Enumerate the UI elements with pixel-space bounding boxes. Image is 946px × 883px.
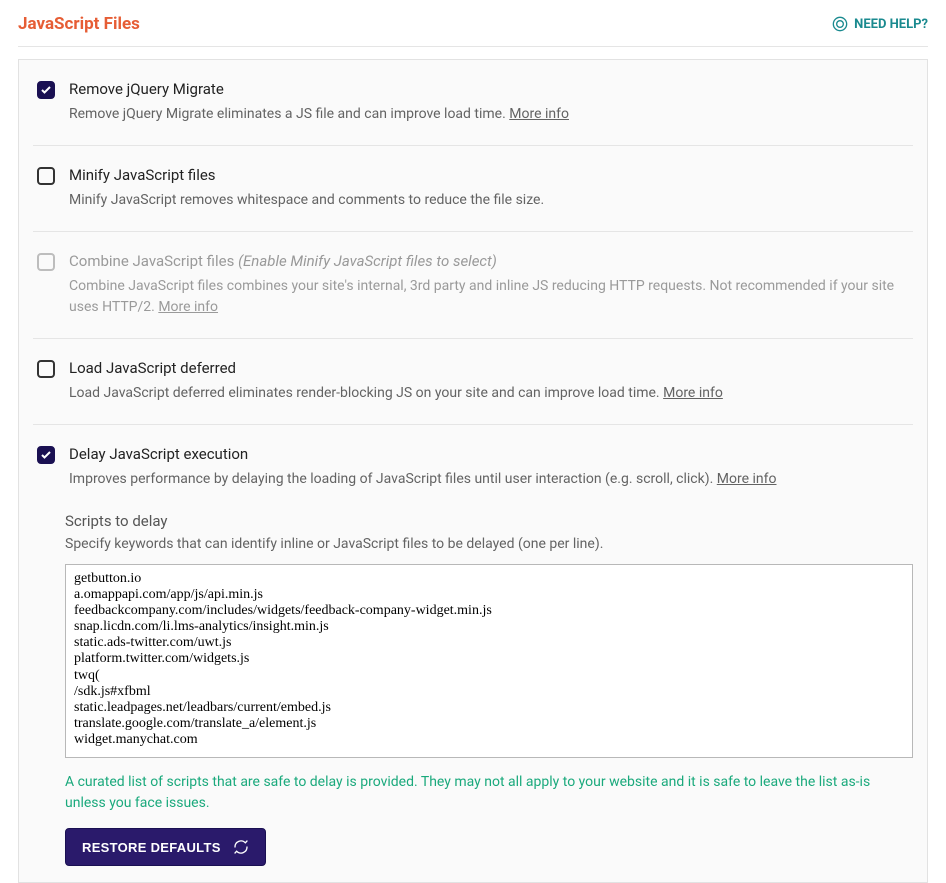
- checkbox-delay-js[interactable]: [37, 446, 55, 464]
- need-help-link[interactable]: NEED HELP?: [832, 16, 928, 32]
- scripts-textarea[interactable]: [65, 564, 913, 758]
- scripts-desc: Specify keywords that can identify inlin…: [65, 536, 913, 552]
- option-body: Remove jQuery Migrate Remove jQuery Migr…: [69, 80, 909, 125]
- option-body: Minify JavaScript files Minify JavaScrip…: [69, 166, 909, 211]
- section-title: JavaScript Files: [18, 14, 140, 34]
- more-info-link[interactable]: More info: [158, 299, 218, 315]
- option-hint: (Enable Minify JavaScript files to selec…: [238, 252, 497, 270]
- settings-panel: Remove jQuery Migrate Remove jQuery Migr…: [18, 59, 928, 883]
- section-header: JavaScript Files NEED HELP?: [18, 0, 928, 47]
- option-desc: Minify JavaScript removes whitespace and…: [69, 190, 909, 211]
- option-title-text: Combine JavaScript files: [69, 252, 238, 270]
- option-desc: Improves performance by delaying the loa…: [69, 469, 909, 490]
- checkbox-defer-js[interactable]: [37, 360, 55, 378]
- scripts-to-delay-section: Scripts to delay Specify keywords that c…: [65, 512, 913, 866]
- check-icon: [40, 84, 52, 96]
- checkbox-minify-js[interactable]: [37, 167, 55, 185]
- option-desc: Load JavaScript deferred eliminates rend…: [69, 383, 909, 404]
- option-minify-js: Minify JavaScript files Minify JavaScrip…: [33, 146, 913, 232]
- option-desc-text: Load JavaScript deferred eliminates rend…: [69, 385, 663, 401]
- check-icon: [40, 449, 52, 461]
- restore-defaults-button[interactable]: RESTORE DEFAULTS: [65, 828, 266, 866]
- option-combine-js: Combine JavaScript files (Enable Minify …: [33, 232, 913, 339]
- option-remove-jquery-migrate: Remove jQuery Migrate Remove jQuery Migr…: [33, 60, 913, 146]
- need-help-label: NEED HELP?: [854, 17, 928, 32]
- restore-defaults-label: RESTORE DEFAULTS: [82, 840, 221, 855]
- option-body: Delay JavaScript execution Improves perf…: [69, 445, 909, 490]
- option-desc: Remove jQuery Migrate eliminates a JS fi…: [69, 104, 909, 125]
- option-body: Load JavaScript deferred Load JavaScript…: [69, 359, 909, 404]
- option-title: Minify JavaScript files: [69, 166, 909, 184]
- option-body: Combine JavaScript files (Enable Minify …: [69, 252, 909, 318]
- refresh-icon: [233, 839, 249, 855]
- option-title: Load JavaScript deferred: [69, 359, 909, 377]
- option-desc-text: Improves performance by delaying the loa…: [69, 471, 717, 487]
- checkbox-combine-js: [37, 253, 55, 271]
- more-info-link[interactable]: More info: [717, 471, 777, 487]
- option-defer-js: Load JavaScript deferred Load JavaScript…: [33, 339, 913, 425]
- more-info-link[interactable]: More info: [663, 385, 723, 401]
- option-title: Combine JavaScript files (Enable Minify …: [69, 252, 909, 270]
- checkbox-remove-jquery-migrate[interactable]: [37, 81, 55, 99]
- option-desc: Combine JavaScript files combines your s…: [69, 276, 909, 318]
- option-delay-js: Delay JavaScript execution Improves perf…: [33, 425, 913, 494]
- more-info-link[interactable]: More info: [509, 106, 569, 122]
- curated-note: A curated list of scripts that are safe …: [65, 772, 913, 814]
- scripts-label: Scripts to delay: [65, 512, 913, 530]
- option-desc-text: Remove jQuery Migrate eliminates a JS fi…: [69, 106, 509, 122]
- option-title: Remove jQuery Migrate: [69, 80, 909, 98]
- help-icon: [832, 16, 848, 32]
- option-title: Delay JavaScript execution: [69, 445, 909, 463]
